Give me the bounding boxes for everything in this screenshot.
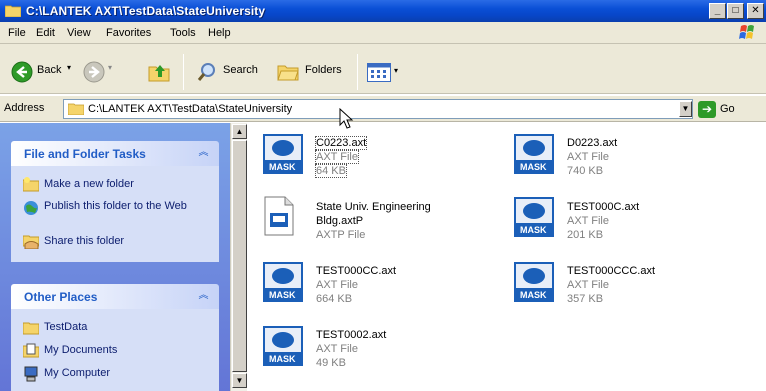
collapse-chevron-icon[interactable]: ︽ bbox=[196, 145, 211, 160]
search-icon[interactable] bbox=[196, 61, 218, 83]
file-size: 664 KB bbox=[316, 293, 353, 305]
file-item[interactable]: MASK TEST000CCC.axt AXT File 357 KB bbox=[513, 261, 713, 313]
address-label: Address bbox=[4, 102, 45, 114]
file-item[interactable]: MASK TEST0002.axt AXT File 49 KB bbox=[262, 325, 462, 377]
file-name: D0223.axt bbox=[567, 137, 618, 149]
file-item[interactable]: MASK D0223.axt AXT File 740 KB bbox=[513, 133, 713, 185]
mask-label: MASK bbox=[269, 162, 296, 172]
file-type: AXT File bbox=[315, 150, 359, 164]
file-folder-tasks-title: File and Folder Tasks bbox=[24, 147, 146, 161]
share-folder-icon bbox=[23, 235, 39, 249]
minimize-button[interactable]: _ bbox=[709, 3, 726, 19]
scroll-up-button[interactable]: ▲ bbox=[232, 124, 247, 139]
scroll-down-button[interactable]: ▼ bbox=[232, 373, 247, 388]
back-arrow-icon[interactable] bbox=[11, 61, 33, 83]
views-icon[interactable] bbox=[367, 63, 391, 82]
my-documents-icon bbox=[23, 343, 39, 358]
up-folder-icon[interactable] bbox=[148, 62, 170, 82]
place-my-computer-link[interactable]: My Computer bbox=[44, 367, 110, 379]
menu-view[interactable]: View bbox=[67, 27, 91, 39]
go-button[interactable]: Go bbox=[720, 103, 735, 115]
forward-dropdown-icon[interactable]: ▾ bbox=[108, 63, 112, 72]
back-dropdown-icon[interactable]: ▾ bbox=[67, 63, 71, 72]
file-size: 64 KB bbox=[315, 164, 347, 178]
mask-label: MASK bbox=[520, 225, 547, 235]
menu-edit[interactable]: Edit bbox=[36, 27, 55, 39]
folder-icon bbox=[5, 5, 21, 17]
file-size: 49 KB bbox=[316, 357, 346, 369]
file-type: AXT File bbox=[567, 151, 609, 163]
file-name-line-1: State Univ. Engineering bbox=[316, 201, 431, 213]
file-type: AXT File bbox=[316, 279, 358, 291]
file-name: TEST0002.axt bbox=[316, 329, 387, 341]
file-type: AXT File bbox=[567, 215, 609, 227]
file-item[interactable]: MASK TEST000CC.axt AXT File 664 KB bbox=[262, 261, 462, 313]
toolbar-separator bbox=[357, 54, 358, 90]
window-title: C:\LANTEK AXT\TestData\StateUniversity bbox=[26, 4, 266, 18]
my-computer-icon bbox=[24, 366, 38, 382]
forward-arrow-icon[interactable] bbox=[83, 61, 105, 83]
title-bar[interactable]: C:\LANTEK AXT\TestData\StateUniversity bbox=[0, 0, 766, 22]
file-size: 357 KB bbox=[567, 293, 604, 305]
file-type: AXT File bbox=[316, 343, 358, 355]
mask-label: MASK bbox=[520, 162, 547, 172]
address-dropdown-button[interactable]: ▼ bbox=[679, 101, 692, 117]
menu-file[interactable]: File bbox=[8, 27, 26, 39]
file-item[interactable]: MASK C0223.axt AXT File 64 KB bbox=[262, 133, 462, 185]
menu-tools[interactable]: Tools bbox=[170, 27, 196, 39]
file-name: TEST000CC.axt bbox=[316, 265, 397, 277]
menu-favorites[interactable]: Favorites bbox=[106, 27, 151, 39]
axtp-file-icon bbox=[264, 196, 294, 236]
go-arrow-icon[interactable]: ➔ bbox=[698, 101, 716, 118]
toolbar-separator bbox=[183, 54, 184, 90]
search-button[interactable]: Search bbox=[223, 64, 258, 76]
file-size: 740 KB bbox=[567, 165, 604, 177]
folders-icon[interactable] bbox=[277, 62, 299, 82]
other-places-header[interactable]: Other Places ︽ bbox=[11, 284, 219, 309]
scroll-thumb[interactable] bbox=[232, 140, 247, 372]
make-new-folder-link[interactable]: Make a new folder bbox=[44, 178, 134, 190]
close-button[interactable]: ✕ bbox=[747, 3, 764, 19]
place-my-documents-link[interactable]: My Documents bbox=[44, 344, 117, 356]
file-type: AXTP File bbox=[316, 229, 366, 241]
publish-web-icon bbox=[24, 201, 38, 215]
share-folder-link[interactable]: Share this folder bbox=[44, 235, 124, 247]
place-testdata-link[interactable]: TestData bbox=[44, 321, 87, 333]
file-folder-tasks-header[interactable]: File and Folder Tasks ︽ bbox=[11, 141, 219, 166]
mask-label: MASK bbox=[520, 290, 547, 300]
mouse-cursor-icon bbox=[339, 108, 354, 129]
menu-help[interactable]: Help bbox=[208, 27, 231, 39]
back-button[interactable]: Back bbox=[37, 64, 61, 76]
views-dropdown-icon[interactable]: ▾ bbox=[394, 66, 398, 75]
mask-label: MASK bbox=[269, 354, 296, 364]
file-item[interactable]: State Univ. Engineering Bldg.axtP AXTP F… bbox=[262, 196, 482, 248]
windows-logo-icon bbox=[739, 25, 754, 39]
address-value[interactable]: C:\LANTEK AXT\TestData\StateUniversity bbox=[88, 103, 292, 115]
folder-icon bbox=[68, 103, 84, 115]
file-name: TEST000CCC.axt bbox=[567, 265, 656, 277]
file-name: TEST000C.axt bbox=[567, 201, 640, 213]
new-folder-icon bbox=[23, 177, 39, 192]
file-size: 201 KB bbox=[567, 229, 604, 241]
collapse-chevron-icon[interactable]: ︽ bbox=[196, 288, 211, 303]
maximize-button[interactable]: □ bbox=[727, 3, 744, 19]
folder-icon bbox=[23, 322, 39, 335]
other-places-title: Other Places bbox=[24, 290, 98, 304]
folders-button[interactable]: Folders bbox=[305, 64, 342, 76]
file-item[interactable]: MASK TEST000C.axt AXT File 201 KB bbox=[513, 196, 713, 248]
file-type: AXT File bbox=[567, 279, 609, 291]
mask-label: MASK bbox=[269, 290, 296, 300]
file-name-line-2: Bldg.axtP bbox=[316, 215, 364, 227]
file-name: C0223.axt bbox=[314, 136, 368, 150]
publish-folder-link[interactable]: Publish this folder to the Web bbox=[44, 200, 209, 213]
